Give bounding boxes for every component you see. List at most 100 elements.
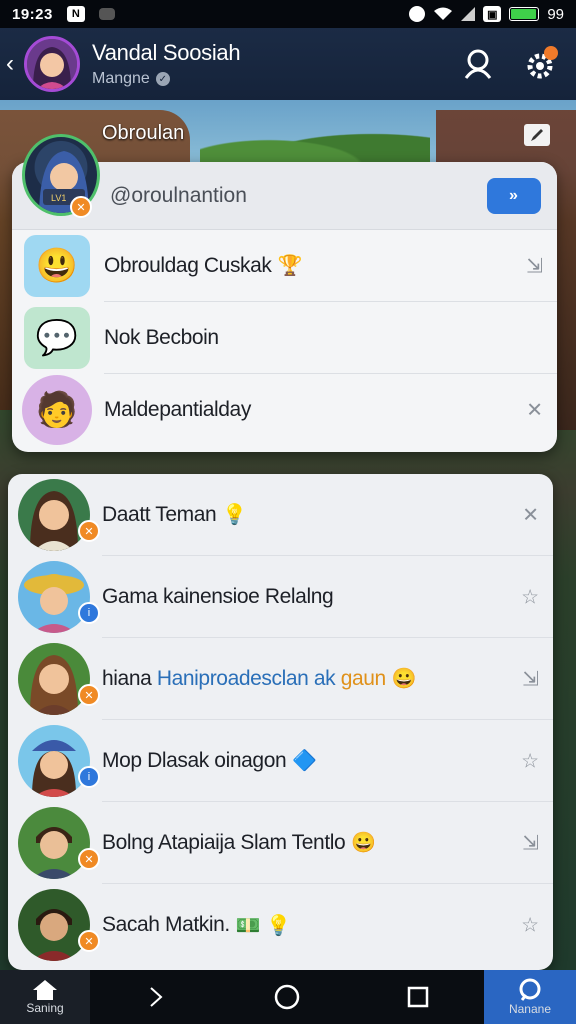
status-time: 19:23 <box>12 5 53 23</box>
menu-item[interactable]: 😃 Obrouldag Cuskak 🏆 ⇲ <box>24 230 557 302</box>
circle-icon <box>274 984 300 1010</box>
header-subtitle: Mangne ✓ <box>92 70 240 88</box>
go-button[interactable]: » <box>487 177 541 214</box>
blue-badge-icon: i <box>78 602 100 624</box>
nav-back[interactable] <box>90 970 221 1024</box>
friend-name: Gama kainensioe Relalng <box>102 584 334 608</box>
wifi-icon <box>434 7 453 20</box>
nav-home-circle[interactable] <box>221 970 352 1024</box>
svg-text:LV1: LV1 <box>51 193 66 203</box>
friend-name: Daatt Teman <box>102 502 217 526</box>
square-icon <box>408 986 429 1008</box>
menu-item-label: Maldepantialday <box>104 398 251 421</box>
trophy-icon: 🏆 <box>277 255 303 277</box>
header-subtitle-text: Mangne <box>92 70 150 87</box>
signal-icon <box>461 7 476 21</box>
menu-item[interactable]: 🧑 Maldepantialday ✕ <box>22 374 557 446</box>
lightbulb-icon: 💡 <box>222 504 248 526</box>
avatar-thumb-icon: 🧑 <box>22 375 92 445</box>
section-title: Obroulan <box>102 122 185 144</box>
pencil-icon <box>531 129 543 141</box>
chevron-right-icon <box>149 987 163 1007</box>
profile-face-icon <box>27 39 77 89</box>
friend-name-link[interactable]: Haniproadesclan ak <box>157 667 336 690</box>
status-bar: 19:23 N ▣ 99 <box>0 0 576 28</box>
nav-recents[interactable] <box>353 970 484 1024</box>
nav-home-label: Saning <box>26 1001 64 1015</box>
close-icon[interactable]: ✕ <box>522 502 539 527</box>
sim-icon: ▣ <box>483 6 502 22</box>
header-text: Vandal Soosiah Mangne ✓ <box>92 40 241 88</box>
money-icon: 💵 💡 <box>235 914 292 937</box>
settings-button[interactable] <box>520 44 560 84</box>
nav-active-label: Nanane <box>508 1002 551 1016</box>
header-avatar[interactable] <box>24 36 80 92</box>
gamepad-icon <box>98 8 115 20</box>
smile-icon: 😀 <box>351 832 377 854</box>
edit-button[interactable] <box>524 124 550 146</box>
home-icon <box>33 980 57 1000</box>
close-icon[interactable]: ✕ <box>526 398 543 423</box>
menu-item[interactable]: 💬 Nok Becboin <box>24 302 557 374</box>
chat-icon <box>519 978 541 1001</box>
star-icon[interactable]: ☆ <box>521 913 539 938</box>
friend-name-tag: gaun <box>340 666 387 690</box>
hat-face-icon <box>24 573 84 633</box>
header-title: Vandal Soosiah <box>92 40 241 65</box>
trophy-thumb-icon: 😃 <box>24 234 90 297</box>
friend-avatar <box>18 560 90 633</box>
friend-row[interactable]: ✕ Daatt Teman 💡 ✕ <box>18 474 553 556</box>
orange-badge-icon: ✕ <box>78 930 100 952</box>
male-face-icon <box>32 826 76 879</box>
friend-avatar <box>18 478 90 551</box>
friend-avatar <box>18 806 90 879</box>
user-icon <box>464 49 492 79</box>
female-face-icon <box>30 490 78 551</box>
back-button[interactable]: ‹ <box>6 50 20 78</box>
menu-item-label: Nok Becboin <box>104 325 219 349</box>
menu-item-label: Obrouldag Cuskak <box>104 253 272 277</box>
menu-card: @oroulnantion » 😃 Obrouldag Cuskak 🏆 ⇲ 💬… <box>12 162 557 452</box>
friend-row[interactable]: ✕ Bolng Atapiaija Slam Tentlo 😀 ⇲ <box>18 802 553 884</box>
star-icon[interactable]: ☆ <box>521 748 539 773</box>
star-icon[interactable]: ☆ <box>521 584 539 609</box>
friend-row[interactable]: i Gama kainensioe Relalng ☆ <box>18 556 553 638</box>
friend-name: hiana Haniproadesclan ak gaun <box>102 667 386 691</box>
arrow-icon[interactable]: ⇲ <box>522 830 539 855</box>
arrow-icon[interactable]: ⇲ <box>526 253 543 278</box>
notification-badge <box>544 46 558 60</box>
friend-name: Sacah Matkin. <box>102 913 230 936</box>
friend-avatar <box>18 724 90 797</box>
cap-face-icon <box>32 739 76 797</box>
profile-button[interactable] <box>458 44 498 84</box>
friend-avatar <box>18 642 90 715</box>
whatsapp-icon <box>409 6 426 22</box>
header-actions <box>458 44 560 84</box>
diamond-icon: 🔷 <box>292 750 318 772</box>
orange-badge-icon: ✕ <box>78 848 100 870</box>
verified-icon: ✓ <box>155 72 170 86</box>
screen: 19:23 N ▣ 99 ‹ Vandal Soosiah Mangne ✓ O… <box>0 0 576 1024</box>
blue-badge-icon: i <box>78 766 100 788</box>
friend-row[interactable]: ✕ hiana Haniproadesclan ak gaun 😀 ⇲ <box>18 638 553 720</box>
smile-icon: 😀 <box>391 668 417 690</box>
friend-row[interactable]: i Mop Dlasak oinagon 🔷 ☆ <box>18 720 553 802</box>
bottom-nav: Saning Nanane <box>0 970 576 1024</box>
chat-header: ‹ Vandal Soosiah Mangne ✓ <box>0 28 576 100</box>
orange-badge-icon: ✕ <box>78 520 100 542</box>
search-input[interactable]: @oroulnantion <box>110 184 247 208</box>
player-level-badge: ✕ <box>70 196 92 218</box>
female-face-icon <box>30 654 78 715</box>
battery-level <box>511 9 536 19</box>
battery-icon <box>509 7 540 21</box>
nav-active[interactable]: Nanane <box>483 970 576 1024</box>
friend-name-main: hiana <box>102 666 152 690</box>
orange-badge-icon: ✕ <box>78 684 100 706</box>
friend-row[interactable]: ✕ Sacah Matkin. 💵 💡 ☆ <box>18 884 553 966</box>
friend-name: Bolng Atapiaija Slam Tentlo <box>102 830 346 854</box>
arrow-icon[interactable]: ⇲ <box>522 666 539 691</box>
chat-thumb-icon: 💬 <box>24 306 90 369</box>
friends-card: ✕ Daatt Teman 💡 ✕ i Gama kainensioe Rela… <box>8 474 553 970</box>
friend-name: Mop Dlasak oinagon <box>102 748 287 772</box>
nav-home[interactable]: Saning <box>0 970 90 1024</box>
